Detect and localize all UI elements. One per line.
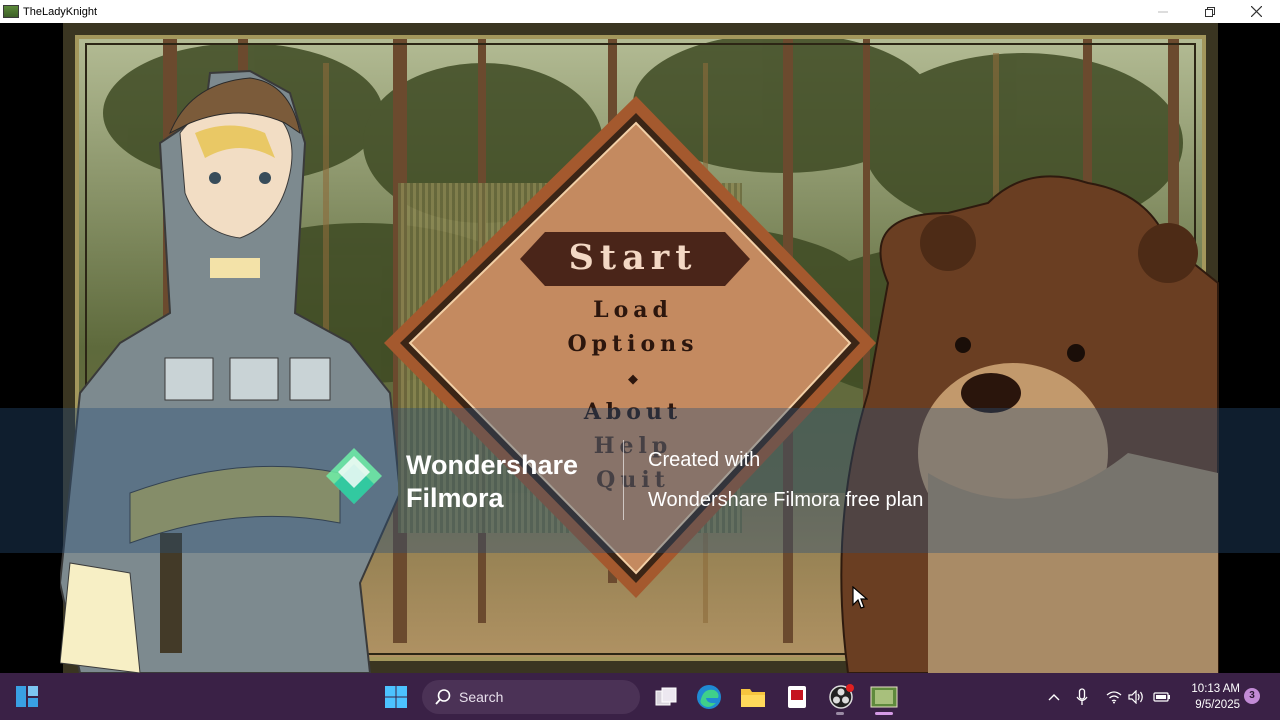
wifi-icon xyxy=(1106,691,1122,704)
file-explorer-button[interactable] xyxy=(739,683,767,711)
restore-icon xyxy=(1204,6,1215,17)
obs-button[interactable] xyxy=(827,683,855,711)
close-icon xyxy=(1251,6,1262,17)
app-icon xyxy=(3,5,19,18)
game-viewport[interactable]: Start Load Options ◆ About Help Quit xyxy=(0,23,1280,673)
watermark-line-2: Wondershare Filmora free plan xyxy=(648,489,924,511)
menu-separator: ◆ xyxy=(628,372,638,387)
clock-time: 10:13 AM xyxy=(1191,683,1240,695)
obs-icon xyxy=(829,684,854,709)
red-app-button[interactable] xyxy=(783,683,811,711)
microphone-icon xyxy=(1076,688,1088,705)
file-explorer-icon xyxy=(741,689,765,707)
taskbar-search[interactable]: Search xyxy=(422,680,640,714)
watermark-line-1: Created with xyxy=(648,449,761,471)
window-title: TheLadyKnight xyxy=(23,5,97,18)
game-app-button[interactable] xyxy=(870,683,898,711)
options-button[interactable]: Options xyxy=(567,331,698,357)
battery-icon xyxy=(1153,692,1170,702)
wifi-button[interactable] xyxy=(1104,683,1124,711)
task-view-button[interactable] xyxy=(652,683,680,711)
microphone-button[interactable] xyxy=(1072,683,1092,711)
widgets-icon[interactable] xyxy=(14,684,41,710)
watermark-brand: Wondershare Filmora xyxy=(406,450,579,513)
mouse-cursor-icon xyxy=(852,586,868,609)
window-title-bar[interactable]: TheLadyKnight xyxy=(0,0,1280,23)
search-icon xyxy=(435,689,451,705)
red-app-icon xyxy=(788,686,806,708)
restore-button[interactable] xyxy=(1186,0,1233,23)
start-icon xyxy=(385,686,407,708)
volume-button[interactable] xyxy=(1127,683,1147,711)
start-button[interactable]: Start xyxy=(569,237,698,278)
chevron-up-icon xyxy=(1048,694,1060,701)
tray-overflow-button[interactable] xyxy=(1044,683,1064,711)
obs-running-indicator xyxy=(836,712,844,715)
minimize-button[interactable] xyxy=(1139,0,1186,23)
notification-badge[interactable]: 3 xyxy=(1244,688,1260,704)
start-button[interactable] xyxy=(382,683,410,711)
close-button[interactable] xyxy=(1233,0,1280,23)
load-button[interactable]: Load xyxy=(593,297,673,323)
game-app-active-indicator xyxy=(875,712,893,715)
minimize-icon xyxy=(1157,11,1168,12)
watermark-divider xyxy=(623,440,624,520)
filmora-watermark-band xyxy=(0,408,1280,553)
task-view-icon xyxy=(655,687,677,706)
battery-button[interactable] xyxy=(1152,683,1172,711)
game-app-icon xyxy=(870,686,898,708)
taskbar-clock[interactable]: 10:13 AM 9/5/2025 xyxy=(1184,681,1240,713)
search-label: Search xyxy=(459,689,504,705)
edge-icon xyxy=(697,685,721,709)
edge-button[interactable] xyxy=(695,683,723,711)
filmora-logo-icon xyxy=(326,448,382,504)
main-menu: Start Load Options ◆ About Help Quit xyxy=(0,23,1280,673)
volume-icon xyxy=(1128,690,1143,704)
clock-date: 9/5/2025 xyxy=(1195,699,1240,711)
